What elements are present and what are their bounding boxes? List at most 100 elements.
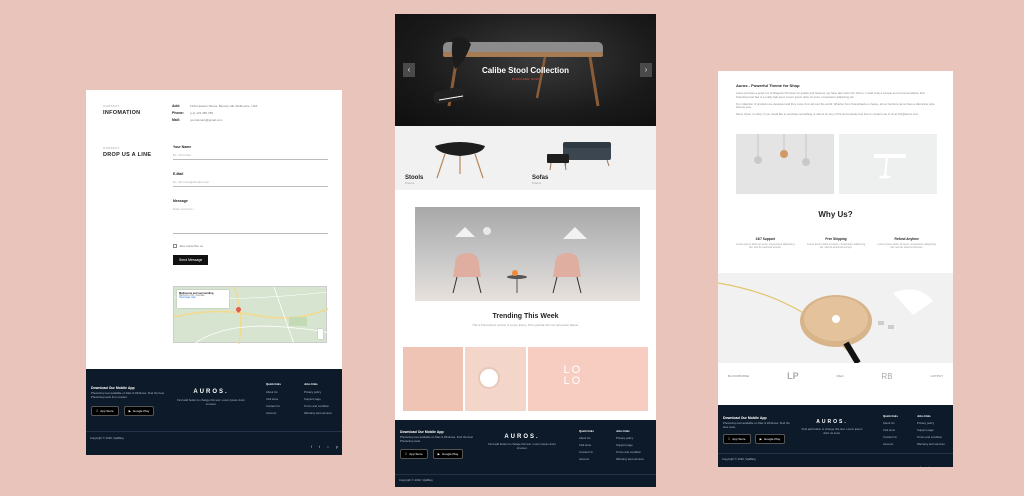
home-page-preview: ‹ › Calibe Stool Collection DISCOVER NOW… <box>395 14 656 487</box>
trending-gallery: LO LO <box>403 347 648 411</box>
feature-refund: Refund Anytime Lorem ipsum dolor sit ame… <box>875 237 938 250</box>
app-download-title: Download Our Mobile App <box>400 430 444 434</box>
footer-link[interactable]: About Us <box>266 390 296 394</box>
footer-link[interactable]: Support page <box>304 397 340 401</box>
footer-logo[interactable]: AUROS. <box>800 419 864 425</box>
about-paragraph: Send, Open, to shop. If you would like t… <box>736 112 919 117</box>
footer-logo[interactable]: AUROS. <box>176 389 246 395</box>
footer-link[interactable]: Support page <box>917 428 951 432</box>
message-textarea[interactable]: Enter text here... <box>173 207 328 234</box>
footer-link[interactable]: Terms and condition <box>304 404 340 408</box>
google-play-button[interactable]: ▶ Google Play <box>432 448 464 459</box>
app-store-button[interactable]: App Store <box>400 448 428 459</box>
instagram-icon[interactable]: ○ <box>936 466 938 467</box>
map-card-link[interactable]: View larger map <box>179 297 227 299</box>
message-label: Message <box>173 199 188 203</box>
footer-link[interactable]: Contact Us <box>266 404 296 408</box>
about-image-desk-lamp[interactable] <box>839 134 937 194</box>
footer-link[interactable]: Privacy policy <box>917 421 951 425</box>
footer-link[interactable]: Warranty and services <box>304 411 340 415</box>
app-store-button[interactable]: App Store <box>723 433 751 444</box>
quick-links: Quick links About Us Visit store Contact… <box>883 414 911 449</box>
facebook-icon[interactable]: f <box>920 466 921 467</box>
name-input[interactable]: Ex. John Doe <box>173 153 328 160</box>
gallery-tile[interactable]: LO LO <box>527 347 648 411</box>
facebook-icon[interactable]: f <box>311 445 312 449</box>
subscribe-checkbox[interactable] <box>173 244 177 248</box>
footer-link[interactable]: Terms and condition <box>917 435 951 439</box>
feature-title: Free Shipping <box>825 237 847 241</box>
app-download-title: Download Our Mobile App <box>723 416 767 420</box>
name-label: Your Name <box>173 145 192 149</box>
apple-icon:  <box>96 409 98 413</box>
mail-value[interactable]: yourdomain@gmail.com <box>190 118 222 122</box>
category-stools[interactable]: Stools 8 items <box>405 175 423 185</box>
email-label: E-Mail <box>173 172 184 176</box>
brand-logo[interactable]: RB <box>881 372 892 381</box>
hero-cta[interactable]: DISCOVER NOW <box>395 77 656 81</box>
app-download-text: Photoshop tool available on Mac & Window… <box>91 391 164 399</box>
copyright: Copyright © 2020, VijaBlog <box>90 436 124 440</box>
footer-logo[interactable]: AUROS. <box>487 434 557 440</box>
feature-shipping: Free Shipping Lorem ipsum dolor sit amet… <box>805 237 868 250</box>
hero-title: Calibe Stool Collection <box>481 66 570 75</box>
google-play-button[interactable]: ▶ Google Play <box>123 405 155 416</box>
footer-link[interactable]: Warranty and services <box>917 442 951 446</box>
twitter-icon[interactable]: t <box>319 445 320 449</box>
app-download-title: Download Our Mobile App <box>91 386 135 390</box>
footer-link[interactable]: Support page <box>616 443 654 447</box>
category-sofas[interactable]: Sofas 8 items <box>532 175 548 185</box>
footer-link[interactable]: Terms and condition <box>616 450 654 454</box>
jobs-links: Jobs links Privacy policy Support page T… <box>616 429 654 464</box>
about-image-lamps[interactable] <box>736 134 834 194</box>
features-row: 24/7 Support Lorem ipsum dolor sit amet,… <box>734 237 938 250</box>
brand-logo[interactable]: LP <box>787 371 799 381</box>
apple-icon:  <box>405 452 407 456</box>
brand-logo[interactable]: BLOODBORNE <box>728 374 749 378</box>
footer-link[interactable]: Account <box>266 411 296 415</box>
footer-link[interactable]: Visit store <box>579 443 609 447</box>
gallery-tile[interactable] <box>465 347 526 411</box>
play-icon: ▶ <box>129 409 131 413</box>
brand-logo[interactable]: IDEA <box>837 374 844 378</box>
trending-subtitle: This is Photoshop's version of Lorem Ips… <box>472 323 579 327</box>
location-map[interactable]: Melbourne and surrounding Melbourne VIC,… <box>173 286 328 344</box>
about-paragraph: Auros provides a good mix of Magento Pre… <box>736 91 925 99</box>
footer-link[interactable]: About Us <box>579 436 609 440</box>
footer-link[interactable]: Account <box>579 457 609 461</box>
gallery-tile[interactable] <box>403 347 464 411</box>
footer-link[interactable]: Visit store <box>266 397 296 401</box>
contact-form: Your Name Ex. John Doe E-Mail Ex. john.d… <box>173 145 328 266</box>
twitter-icon[interactable]: t <box>928 466 929 467</box>
email-input[interactable]: Ex. john.doe@domain.com <box>173 180 328 187</box>
feature-text: Lorem ipsum dolor sit amet, consectetur … <box>806 243 866 250</box>
category-strip: Stools 8 items Sofas 8 items <box>395 126 656 190</box>
google-play-button[interactable]: ▶ Google Play <box>754 433 786 444</box>
footer-link[interactable]: Privacy policy <box>304 390 340 394</box>
contact-page-preview: CONTACT INFOMATION Add: 1234 Heaven Stre… <box>86 90 342 455</box>
pinterest-icon[interactable]: p <box>336 445 338 449</box>
address-value: 1234 Heaven Stress, Beverly Hill, Melbou… <box>190 104 258 108</box>
drop-line-kicker: CONTACT <box>103 146 120 150</box>
footer-link[interactable]: About Us <box>883 421 911 425</box>
play-icon: ▶ <box>438 452 440 456</box>
product-banner-image[interactable] <box>718 273 953 363</box>
footer-link[interactable]: Visit store <box>883 428 911 432</box>
brand-logo[interactable]: HOTPOT <box>930 374 943 378</box>
footer-link[interactable]: Account <box>883 442 911 446</box>
footer-link[interactable]: Warranty and services <box>616 457 654 461</box>
pinterest-icon[interactable]: p <box>945 466 947 467</box>
subscribe-label: Also subscribe us <box>179 244 204 248</box>
footer-link[interactable]: Contact Us <box>883 435 911 439</box>
app-store-button[interactable]: App Store <box>91 405 119 416</box>
app-download-text: Photoshop tool available on Mac & Window… <box>723 421 790 429</box>
jobs-links-title: Jobs links <box>917 414 931 418</box>
about-paragraph: Our collection of products are designed … <box>736 101 935 110</box>
footer-link[interactable]: Privacy policy <box>616 436 654 440</box>
trending-image[interactable] <box>415 207 640 301</box>
send-message-button[interactable]: Send Message <box>173 255 209 265</box>
feature-title: Refund Anytime <box>894 237 919 241</box>
footer-link[interactable]: Contact Us <box>579 450 609 454</box>
instagram-icon[interactable]: ○ <box>327 445 329 449</box>
map-zoom-control[interactable] <box>318 329 323 339</box>
